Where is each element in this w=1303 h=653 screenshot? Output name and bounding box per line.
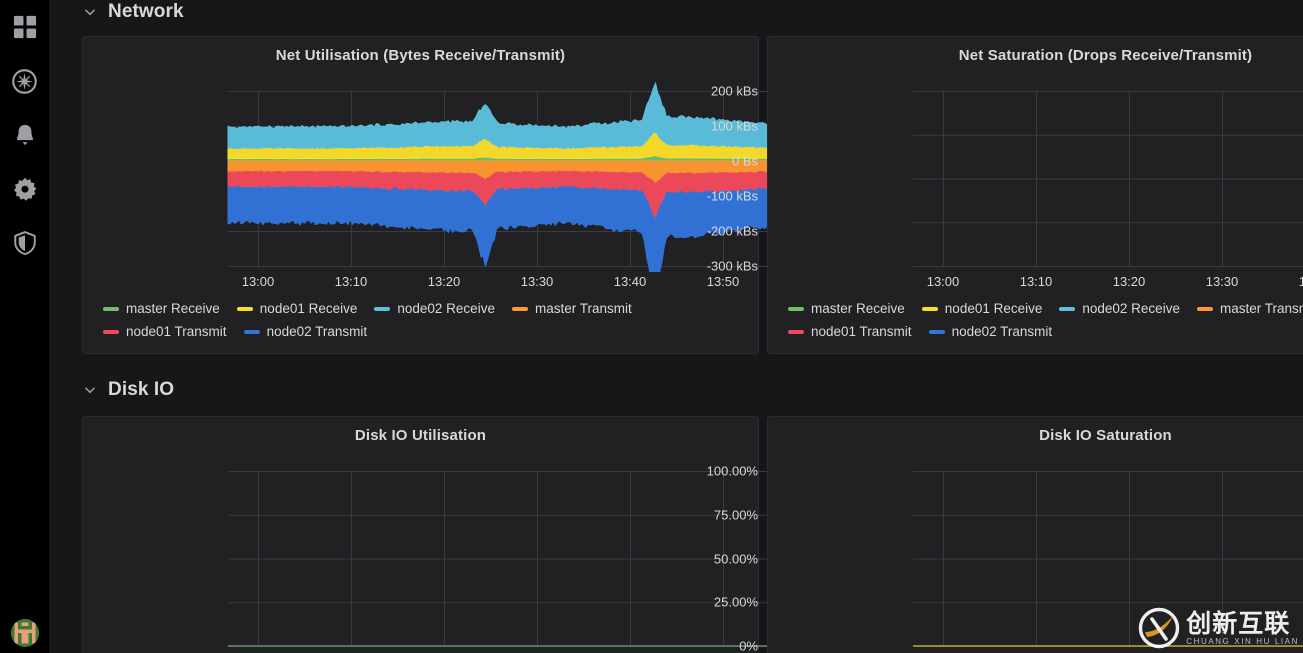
panel-title: Net Utilisation (Bytes Receive/Transmit) xyxy=(275,47,566,64)
legend-color-swatch xyxy=(103,329,119,334)
legend-color-swatch xyxy=(788,329,804,334)
panel-title: Net Saturation (Drops Receive/Transmit) xyxy=(958,47,1253,64)
chart-net-saturation: 1.0 rps0.5 rps0 rps-0.5 rps-1.0 rps13:00… xyxy=(768,69,1303,296)
legend-label: node01 Transmit xyxy=(126,324,227,339)
panel-title: Disk IO Saturation xyxy=(1039,427,1172,444)
gear-icon xyxy=(12,176,38,202)
legend-label: node01 Receive xyxy=(944,301,1043,316)
x-axis-tick-label: 13:40 xyxy=(1298,274,1303,289)
chart-plot xyxy=(913,91,1303,267)
legend-label: node02 Transmit xyxy=(266,324,368,339)
y-axis-tick-label: -200 kBs xyxy=(706,223,758,239)
legend-label: master Transmit xyxy=(1219,301,1303,316)
avatar-identicon xyxy=(10,619,39,647)
sidebar-item-dashboards[interactable] xyxy=(0,0,49,54)
chart-disk-io-utilisation: 100.00%75.00%50.00%25.00%0%13:0013:1013:… xyxy=(83,449,793,653)
compass-icon xyxy=(11,68,38,95)
chart-disk-io-saturation: 100.00%75.00%50.00%25.00%0%13:0013:1013:… xyxy=(768,449,1303,653)
x-axis-tick-label: 13:20 xyxy=(1112,274,1146,289)
legend-label: node01 Transmit xyxy=(811,324,912,339)
bell-icon xyxy=(12,122,38,148)
legend-label: master Receive xyxy=(126,301,220,316)
panel-disk-io-utilisation[interactable]: Disk IO Utilisation 100.00% 75.00% 50.00% 2… xyxy=(82,416,793,653)
grafana-dashboard: Network Net Utilisation (Bytes Receive/T… xyxy=(0,0,1303,653)
sidebar-item-configuration[interactable] xyxy=(0,162,49,216)
x-axis-tick-label: 13:30 xyxy=(1205,274,1239,289)
legend-color-swatch xyxy=(1196,306,1213,311)
legend-item[interactable]: master Transmit xyxy=(1196,301,1303,316)
y-axis-tick-label: 0% xyxy=(739,638,758,653)
x-axis-tick-label: 13:40 xyxy=(613,274,647,289)
chart-plot xyxy=(913,471,1303,647)
sidebar-item-alerting[interactable] xyxy=(0,108,49,162)
y-axis-tick-label: -100 kBs xyxy=(706,188,758,204)
x-axis-tick-label: 13:50 xyxy=(706,274,740,289)
legend-label: node01 Receive xyxy=(259,301,358,316)
legend-label: master Receive xyxy=(811,301,905,316)
dashboard-content: Network Net Utilisation (Bytes Receive/T… xyxy=(49,0,1303,653)
legend-label: master Transmit xyxy=(534,301,632,316)
legend-color-swatch xyxy=(928,329,945,334)
chart-legend: master Receive node01 Receive node02 Recei… xyxy=(83,301,758,339)
legend-item[interactable]: master Receive xyxy=(788,301,905,316)
legend-item[interactable]: node02 Receive xyxy=(1059,301,1180,316)
y-axis-tick-label: 50.00% xyxy=(713,551,758,566)
legend-item[interactable]: node02 Transmit xyxy=(243,324,368,339)
legend-label: node02 Transmit xyxy=(951,324,1053,339)
y-axis-tick-label: 100 kBs xyxy=(711,118,758,134)
shield-icon xyxy=(12,230,38,256)
y-axis-tick-label: 75.00% xyxy=(713,507,758,523)
chevron-down-icon xyxy=(82,4,98,20)
legend-color-swatch xyxy=(374,306,391,311)
legend-color-swatch xyxy=(788,306,804,311)
y-axis-tick-label: 200 kBs xyxy=(711,83,758,99)
panel-net-utilisation[interactable]: Net Utilisation (Bytes Receive/Transmit)… xyxy=(82,36,794,354)
legend-item[interactable]: node01 Transmit xyxy=(788,324,912,339)
legend-color-swatch xyxy=(511,306,528,311)
y-axis-tick-label: -300 kBs xyxy=(706,258,758,274)
legend-item[interactable]: node01 Receive xyxy=(921,301,1043,316)
panel-disk-io-saturation[interactable]: Disk IO Saturation 100.00%75.00%50.00%25… xyxy=(767,416,1303,653)
x-axis-tick-label: 13:10 xyxy=(334,274,368,289)
sidebar xyxy=(0,0,49,653)
panel-net-saturation[interactable]: Net Saturation (Drops Receive/Transmit) … xyxy=(767,36,1303,354)
x-axis-tick-label: 13:10 xyxy=(1019,274,1053,289)
legend-item[interactable]: master Transmit xyxy=(511,301,632,316)
sidebar-item-server-admin[interactable] xyxy=(0,216,49,270)
chart-legend: master Receive node01 Receive node02 Recei… xyxy=(768,301,1303,339)
legend-item[interactable]: node02 Receive xyxy=(374,301,495,316)
legend-color-swatch xyxy=(1059,306,1076,311)
legend-color-swatch xyxy=(236,306,253,311)
chevron-down-icon xyxy=(82,382,98,398)
chart-plot xyxy=(227,81,794,272)
x-axis-tick-label: 13:00 xyxy=(926,274,960,289)
legend-item[interactable]: node02 Transmit xyxy=(928,324,1053,339)
y-axis-tick-label: 100.00% xyxy=(706,463,758,479)
legend-label: node02 Receive xyxy=(1082,301,1180,316)
x-axis-tick-label: 13:30 xyxy=(520,274,554,289)
chart-net-utilisation: 200 kBs 100 kBs 0 Bs -100 kBs -200 kBs -300 k… xyxy=(83,69,794,296)
legend-color-swatch xyxy=(103,306,119,311)
x-axis-tick-label: 13:20 xyxy=(427,274,461,289)
panel-title: Disk IO Utilisation xyxy=(354,427,487,444)
x-axis-tick-label: 13:00 xyxy=(241,274,275,289)
sidebar-item-explore[interactable] xyxy=(0,54,49,108)
legend-item[interactable]: master Receive xyxy=(103,301,220,316)
legend-label: node02 Receive xyxy=(397,301,495,316)
row-title: Disk IO xyxy=(108,379,175,400)
y-axis-tick-label: 0 Bs xyxy=(731,153,758,169)
row-header-disk-io[interactable]: Disk IO xyxy=(49,374,174,406)
avatar[interactable] xyxy=(10,619,39,647)
legend-color-swatch xyxy=(243,329,260,334)
row-title: Network xyxy=(108,1,184,22)
row-header-network[interactable]: Network xyxy=(49,0,184,28)
dashboards-icon xyxy=(11,13,39,41)
legend-item[interactable]: node01 Transmit xyxy=(103,324,227,339)
y-axis-tick-label: 25.00% xyxy=(713,594,758,610)
legend-item[interactable]: node01 Receive xyxy=(236,301,358,316)
legend-color-swatch xyxy=(921,306,938,311)
